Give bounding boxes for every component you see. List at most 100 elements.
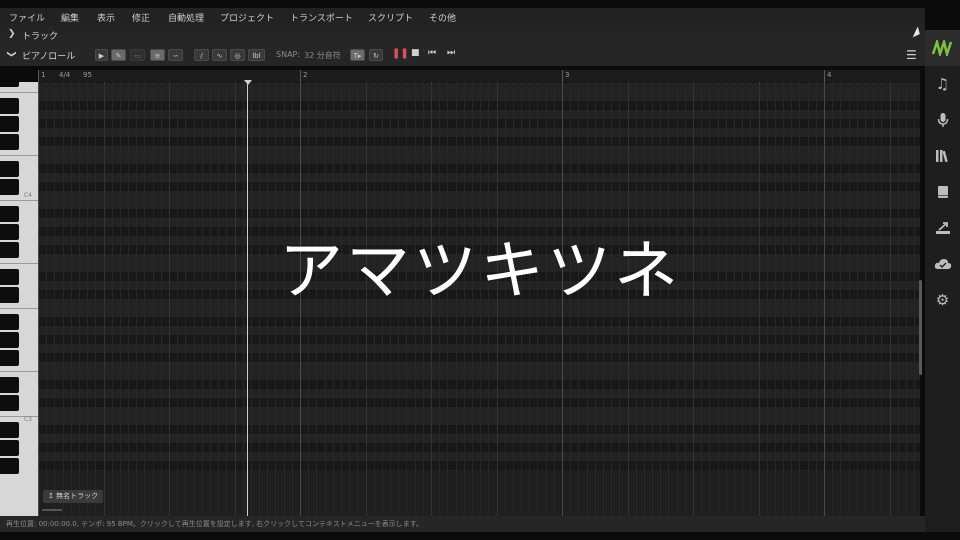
black-key[interactable]	[0, 422, 19, 438]
track-selector-label: 無名トラック	[56, 492, 99, 500]
follow-playhead-button[interactable]: T▸	[350, 49, 365, 61]
black-key[interactable]	[0, 458, 19, 474]
pitch-lane	[38, 209, 920, 218]
pitch-lane	[38, 353, 920, 362]
menu-project[interactable]: プロジェクト	[220, 11, 274, 24]
pitch-lane	[38, 110, 920, 119]
pitch-lane	[38, 335, 920, 344]
black-key[interactable]	[0, 350, 19, 366]
piano-roll-label: ピアノロール	[22, 52, 76, 62]
snap-label: SNAP:	[276, 50, 301, 59]
vibrato-button[interactable]: ∿	[212, 49, 227, 61]
pitch-lane	[38, 434, 920, 443]
key-divider	[0, 371, 38, 372]
library-icon[interactable]	[925, 138, 960, 174]
draw-curve-button[interactable]: ∕	[194, 49, 209, 61]
chevron-down-icon[interactable]: ❯	[6, 50, 16, 58]
menu-edit[interactable]: 編集	[61, 11, 79, 24]
pitch-lane	[38, 83, 920, 92]
key-divider	[0, 416, 38, 417]
chevron-right-icon[interactable]: ❯	[8, 29, 16, 39]
black-key[interactable]	[0, 161, 19, 177]
black-key[interactable]	[0, 116, 19, 132]
track-selector[interactable]: ↥ 無名トラック	[43, 490, 104, 503]
menu-view[interactable]: 表示	[97, 11, 115, 24]
eraser-icon: ▭	[134, 52, 141, 60]
time-signature: 4/4	[59, 71, 71, 79]
black-key[interactable]	[0, 98, 19, 114]
pointer-icon: ▶	[98, 52, 105, 60]
status-text: 再生位置: 00:00:00.0, テンポ: 95 BPM。クリックして再生位置…	[6, 520, 424, 528]
waveform-icon: ◎	[234, 52, 241, 60]
hamburger-menu-icon[interactable]: ☰	[906, 48, 917, 62]
menu-bar: ファイル 編集 表示 修正 自動処理 プロジェクト トランスポート スクリプト …	[0, 8, 925, 26]
menu-automation[interactable]: 自動処理	[168, 11, 204, 24]
overlay-title: アマツキツネ	[279, 235, 681, 309]
status-bar: 再生位置: 00:00:00.0, テンポ: 95 BPM。クリックして再生位置…	[0, 516, 925, 532]
pitch-lane	[38, 146, 920, 155]
pitch-lane	[38, 128, 920, 137]
pitch-lane	[38, 101, 920, 110]
wave-icon: ∿	[216, 52, 223, 60]
track-panel-label: トラック	[22, 32, 59, 42]
book-icon[interactable]	[925, 174, 960, 210]
pitch-lane	[38, 119, 920, 128]
measure-4-label: 4	[827, 71, 832, 79]
waveform-button[interactable]: ◎	[230, 49, 245, 61]
pitch-lane	[38, 371, 920, 380]
black-key[interactable]	[0, 82, 19, 87]
pitch-lane	[38, 389, 920, 398]
menu-transport[interactable]: トランスポート	[290, 11, 353, 24]
rewind-icon[interactable]: ⏮	[428, 48, 436, 58]
pitch-lane	[38, 425, 920, 434]
lyrics-button[interactable]: lbl	[248, 49, 265, 61]
pitch-tool-button[interactable]: ∽	[168, 49, 183, 61]
snap-select[interactable]: 32 分音符	[304, 50, 341, 61]
measure-3-label: 3	[565, 71, 570, 79]
black-key[interactable]	[0, 332, 19, 348]
microphone-icon[interactable]	[925, 102, 960, 138]
forward-icon[interactable]: ⏭	[447, 48, 455, 58]
key-divider	[0, 200, 38, 201]
black-key[interactable]	[0, 440, 19, 456]
horizontal-scrollbar[interactable]	[42, 509, 62, 511]
eraser-tool-button[interactable]: ▭	[130, 49, 145, 61]
timeline-ruler[interactable]: 1 4/4 95 2 3 4	[38, 70, 920, 82]
curve-icon: ∽	[172, 52, 179, 60]
pencil-tool-button[interactable]: ✎	[111, 49, 126, 61]
tempo-marker[interactable]: 95	[83, 71, 92, 79]
note-tool-button[interactable]: ≡	[150, 49, 165, 61]
loop-icon: ↻	[373, 52, 379, 60]
track-panel-header[interactable]: ❯ トラック	[0, 26, 925, 44]
black-key[interactable]	[0, 377, 19, 393]
measure-1-label: 1	[41, 71, 46, 79]
music-note-icon[interactable]: ♫	[925, 66, 960, 102]
logo-icon[interactable]	[925, 30, 960, 66]
menu-other[interactable]: その他	[429, 11, 456, 24]
menu-file[interactable]: ファイル	[9, 11, 45, 24]
playhead-marker[interactable]	[244, 80, 252, 85]
key-label-c3: C3	[23, 416, 32, 423]
lyrics-label: lbl	[252, 52, 261, 60]
menu-modify[interactable]: 修正	[132, 11, 150, 24]
pitch-lane	[38, 344, 920, 353]
pitch-lane	[38, 173, 920, 182]
loop-button[interactable]: ↻	[369, 49, 383, 61]
pitch-lane	[38, 398, 920, 407]
black-key[interactable]	[0, 395, 19, 411]
pitch-lane	[38, 362, 920, 371]
pitch-lane	[38, 461, 920, 470]
black-key[interactable]	[0, 314, 19, 330]
black-key[interactable]	[0, 134, 19, 150]
pitch-lane	[38, 326, 920, 335]
key-divider	[0, 155, 38, 156]
stop-icon[interactable]: ■	[411, 48, 420, 58]
select-tool-button[interactable]: ▶	[95, 49, 108, 61]
pitch-lane	[38, 92, 920, 101]
record-icon[interactable]: ❚❚	[392, 48, 409, 59]
black-key[interactable]	[0, 179, 19, 195]
pitch-lane	[38, 155, 920, 164]
menu-script[interactable]: スクリプト	[368, 11, 413, 24]
pitch-lane	[38, 443, 920, 452]
key-divider	[0, 92, 38, 93]
